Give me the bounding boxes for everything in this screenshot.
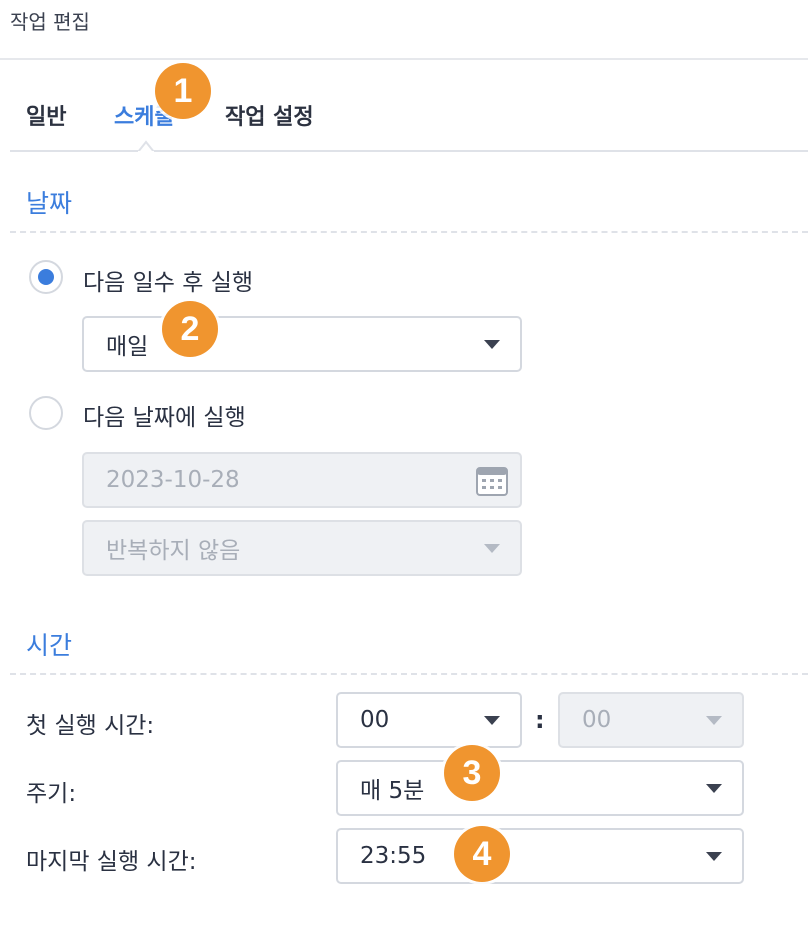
tab-general[interactable]: 일반 bbox=[26, 99, 66, 131]
first-run-time-label: 첫 실행 시간: bbox=[26, 713, 155, 739]
tab-task-settings[interactable]: 작업 설정 bbox=[225, 99, 314, 131]
date-section-title: 날짜 bbox=[26, 189, 73, 218]
tabs-divider bbox=[10, 150, 808, 152]
first-run-hour-value: 00 bbox=[360, 707, 390, 733]
calendar-icon bbox=[476, 467, 508, 496]
run-date-input: 2023-10-28 bbox=[82, 452, 522, 508]
chevron-down-icon bbox=[484, 544, 500, 553]
annotation-badge-2: 2 bbox=[162, 301, 218, 357]
frequency-select[interactable]: 매 5분 bbox=[336, 760, 744, 816]
frequency-value: 매 5분 bbox=[360, 778, 425, 804]
days-interval-value: 매일 bbox=[106, 334, 149, 360]
repeat-value: 반복하지 않음 bbox=[106, 538, 241, 564]
header-divider bbox=[0, 58, 808, 60]
frequency-label: 주기: bbox=[26, 781, 77, 807]
first-run-minute-value: 00 bbox=[582, 707, 612, 733]
first-run-minute-select: 00 bbox=[558, 692, 744, 748]
run-date-value: 2023-10-28 bbox=[106, 467, 240, 493]
window-title: 작업 편집 bbox=[10, 10, 90, 34]
time-separator: : bbox=[535, 706, 545, 734]
run-after-days-label: 다음 일수 후 실행 bbox=[83, 270, 254, 296]
time-section-divider bbox=[10, 673, 808, 675]
run-on-date-label: 다음 날짜에 실행 bbox=[83, 405, 246, 431]
annotation-badge-1: 1 bbox=[155, 63, 211, 119]
active-tab-indicator bbox=[138, 140, 154, 156]
chevron-down-icon bbox=[484, 340, 500, 349]
last-run-time-select[interactable]: 23:55 bbox=[336, 828, 744, 884]
annotation-badge-3: 3 bbox=[444, 745, 500, 801]
annotation-badge-4: 4 bbox=[454, 826, 510, 882]
last-run-time-value: 23:55 bbox=[360, 843, 427, 869]
run-on-date-radio[interactable] bbox=[29, 396, 63, 430]
chevron-down-icon bbox=[484, 716, 500, 725]
first-run-hour-select[interactable]: 00 bbox=[336, 692, 522, 748]
last-run-time-label: 마지막 실행 시간: bbox=[26, 849, 197, 875]
run-after-days-radio[interactable] bbox=[29, 260, 63, 294]
date-section-divider bbox=[10, 231, 808, 233]
repeat-select: 반복하지 않음 bbox=[82, 520, 522, 576]
chevron-down-icon bbox=[706, 784, 722, 793]
time-section-title: 시간 bbox=[26, 631, 73, 660]
days-interval-select[interactable]: 매일 bbox=[82, 316, 522, 372]
chevron-down-icon bbox=[706, 852, 722, 861]
chevron-down-icon bbox=[706, 716, 722, 725]
